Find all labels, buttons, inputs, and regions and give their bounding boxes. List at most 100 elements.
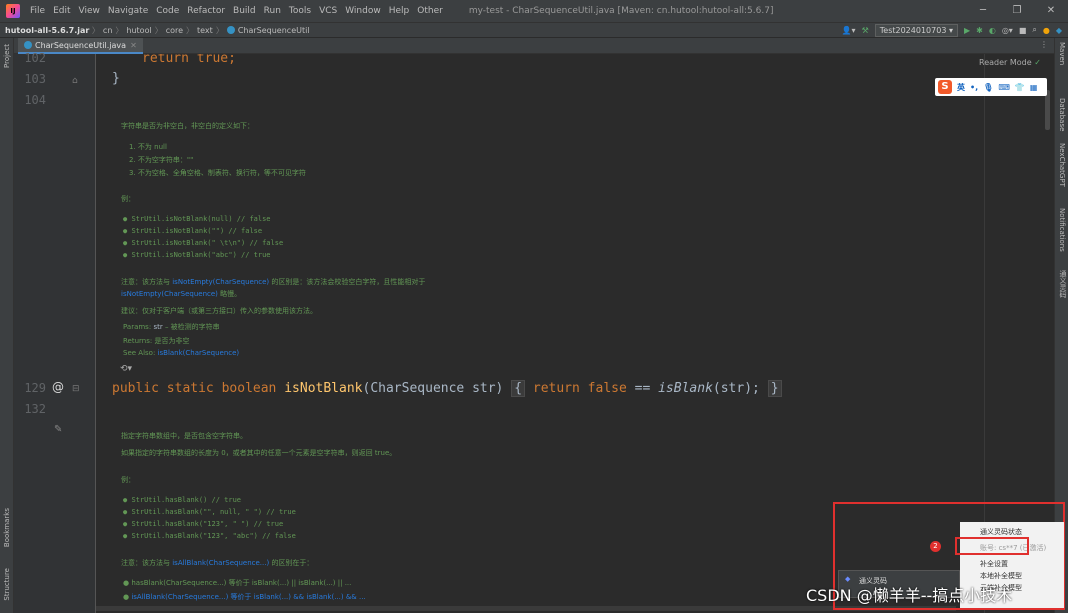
plugin-icon[interactable]: ◆ [1056, 26, 1062, 35]
doc1-note-link[interactable]: isNotEmpty(CharSequence) [121, 290, 218, 298]
update-icon[interactable]: ● [1043, 26, 1050, 35]
fold-end-icon[interactable]: ⌂ [72, 76, 78, 86]
close-icon[interactable]: ✕ [1034, 0, 1068, 22]
breadcrumb-class-label: CharSequenceUtil [237, 25, 310, 35]
menu-build[interactable]: Build [229, 6, 260, 16]
punctuation-icon[interactable]: •, [970, 83, 978, 92]
chatgpt-tool-button[interactable]: NexChatGPT [1058, 143, 1066, 187]
line-number: 129 [24, 381, 46, 395]
tab-label: CharSequenceUtil.java [35, 41, 127, 50]
breadcrumb-core[interactable]: core [163, 26, 186, 35]
code-line-129: public static boolean isNotBlank(CharSeq… [112, 380, 782, 397]
window-title: my-test - CharSequenceUtil.java [Maven: … [468, 6, 774, 16]
doc1-list-item: 3. 不为空格、全角空格、制表符、换行符，等不可见字符 [129, 169, 306, 177]
menu-file[interactable]: File [26, 6, 49, 16]
more-vertical-icon[interactable]: ⋮ [1040, 40, 1048, 49]
doc2-bullet: ● hasBlank(CharSequence...) 等价于 isBlank(… [123, 579, 352, 587]
breadcrumb-separator-icon: 〉 [154, 25, 163, 35]
run-config-label: Test2024010703 [879, 25, 947, 35]
menu-window[interactable]: Window [341, 6, 385, 16]
fold-icon[interactable]: ⊟ [72, 384, 80, 394]
menu-run[interactable]: Run [260, 6, 285, 16]
microphone-icon[interactable]: 🎙 [983, 83, 993, 92]
minimize-icon[interactable]: ─ [966, 0, 1000, 22]
menu-edit[interactable]: Edit [49, 6, 74, 16]
ime-language-label[interactable]: 英 [957, 82, 965, 93]
breadcrumb-separator-icon: 〉 [89, 25, 100, 35]
grid-menu-icon[interactable]: ▦ [1030, 83, 1038, 92]
build-hammer-icon[interactable]: ⚒ [862, 26, 869, 35]
doc1-example-label: 例： [121, 195, 135, 203]
doc-render-toggle-icon[interactable]: ⟲▾ [120, 364, 132, 374]
menu-item-completion-settings[interactable]: 补全设置 [960, 558, 1064, 570]
doc2-example: ● StrUtil.hasBlank("123", " ") // true [123, 520, 284, 528]
database-tool-button[interactable]: Database [1058, 98, 1066, 131]
keyboard-icon[interactable]: ⌨ [998, 83, 1010, 92]
doc1-example: ● StrUtil.isNotBlank("abc") // true [123, 251, 271, 259]
skin-shirt-icon[interactable]: 👕 [1015, 83, 1025, 92]
editor-tab-bar: CharSequenceUtil.java ✕ ⋮ [14, 38, 1054, 54]
menu-item-local-model[interactable]: 本地补全模型 [960, 570, 1064, 582]
tab-close-icon[interactable]: ✕ [130, 41, 137, 50]
code-line-102: return true; [142, 54, 236, 66]
bookmarks-tool-button[interactable]: Bookmarks [3, 508, 11, 547]
breadcrumb-project[interactable]: hutool-all-5.6.7.jar [5, 26, 89, 35]
doc2-intro: 指定字符串数组中，是否包含空字符串。 [121, 432, 247, 440]
stop-icon[interactable]: ■ [1019, 26, 1027, 35]
menu-code[interactable]: Code [152, 6, 183, 16]
reader-mode-toggle[interactable]: Reader Mode ✓ [979, 58, 1041, 67]
profile-icon[interactable]: ◎▾ [1002, 26, 1013, 35]
doc2-note-link[interactable]: isAllBlank(CharSequence...) [172, 559, 269, 567]
user-icon[interactable]: 👤▾ [842, 26, 856, 35]
override-at-icon[interactable]: @ [52, 380, 64, 394]
doc2-detail: 如果指定的字符串数组的长度为 0，或者其中的任意一个元素是空字符串，则返回 tr… [121, 449, 397, 457]
menu-refactor[interactable]: Refactor [183, 6, 229, 16]
breadcrumb-cn[interactable]: cn [100, 26, 115, 35]
maven-tool-button[interactable]: Maven [1058, 42, 1066, 65]
debug-icon[interactable]: ✱ [976, 26, 983, 35]
menu-help[interactable]: Help [385, 6, 414, 16]
breadcrumb-separator-icon: 〉 [215, 25, 224, 35]
restore-icon[interactable]: ❐ [1000, 0, 1034, 22]
doc1-note-cont: isNotEmpty(CharSequence) 略慢。 [121, 290, 242, 298]
breadcrumb-class[interactable]: CharSequenceUtil [224, 25, 313, 35]
project-tool-button[interactable]: Project [3, 44, 11, 68]
breadcrumb-hutool[interactable]: hutool [123, 26, 154, 35]
menu-tools[interactable]: Tools [285, 6, 315, 16]
coverage-icon[interactable]: ◐ [989, 26, 996, 35]
search-icon[interactable]: ⌕ [1032, 25, 1036, 35]
menu-navigate[interactable]: Navigate [104, 6, 152, 16]
doc1-note: 注意：该方法与 isNotEmpty(CharSequence) 的区别是：该方… [121, 278, 426, 286]
doc1-note-link[interactable]: isNotEmpty(CharSequence) [172, 278, 269, 286]
run-icon[interactable]: ▶ [964, 26, 970, 35]
breadcrumb-separator-icon: 〉 [186, 25, 195, 35]
line-number: 103 [24, 72, 46, 86]
tongyi-tool-button[interactable]: 通义灵码 [1058, 270, 1068, 298]
doc1-see-link[interactable]: isBlank(CharSequence) [158, 349, 240, 357]
edit-pencil-icon[interactable]: ✎ [54, 424, 62, 435]
intellij-logo-icon: IJ [6, 4, 20, 18]
breadcrumb-separator-icon: 〉 [115, 25, 124, 35]
run-toolbar: 👤▾ ⚒ Test2024010703 ▾ ▶ ✱ ◐ ◎▾ ■ ⌕ ● ◆ [842, 22, 1062, 38]
line-number: 102 [24, 51, 46, 65]
doc1-list-item: 2. 不为空字符串："" [129, 156, 194, 164]
doc1-intro: 字符串是否为非空白，非空白的定义如下： [121, 122, 254, 130]
scrollbar-thumb[interactable] [1045, 90, 1050, 130]
doc2-example: ● StrUtil.hasBlank("123", "abc") // fals… [123, 532, 296, 540]
menu-vcs[interactable]: VCS [315, 6, 341, 16]
menu-view[interactable]: View [75, 6, 104, 16]
reader-mode-label: Reader Mode [979, 58, 1032, 67]
step-badge: 2 [930, 541, 941, 552]
run-config-select[interactable]: Test2024010703 ▾ [874, 23, 958, 37]
doc1-returns: Returns: 是否为非空 [123, 337, 190, 345]
doc1-see-also: See Also: isBlank(CharSequence) [123, 349, 240, 357]
breadcrumb-text[interactable]: text [194, 26, 216, 35]
doc2-bullet: ● isAllBlank(CharSequence...) 等价于 isBlan… [123, 593, 366, 601]
line-number: 132 [24, 402, 46, 416]
horizontal-scrollbar[interactable] [96, 606, 956, 611]
doc1-example: ● StrUtil.isNotBlank("") // false [123, 227, 263, 235]
sogou-ime-toolbar[interactable]: S 英 •, 🎙 ⌨ 👕 ▦ [935, 78, 1047, 96]
menu-other[interactable]: Other [413, 6, 447, 16]
notifications-tool-button[interactable]: Notifications [1058, 208, 1066, 252]
structure-tool-button[interactable]: Structure [3, 568, 11, 601]
